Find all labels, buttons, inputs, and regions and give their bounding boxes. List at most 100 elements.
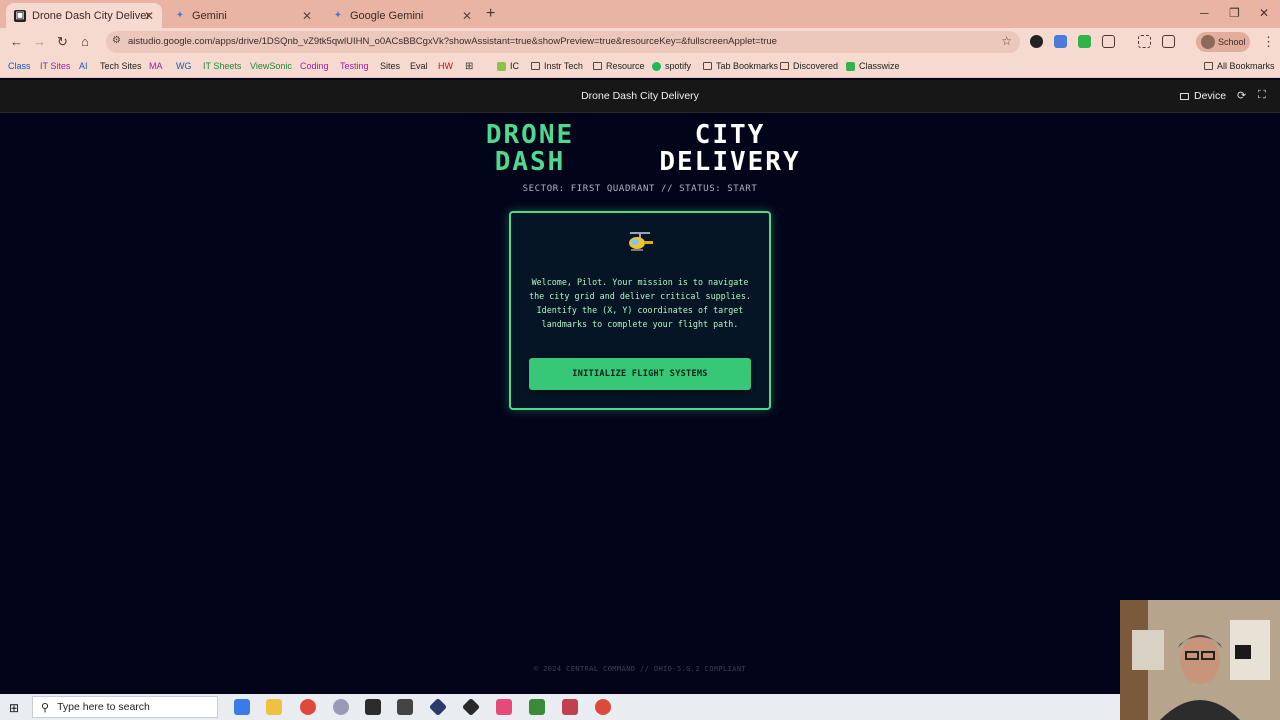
tab-google-gemini[interactable]: ✦ Google Gemini ✕ [324,3,480,28]
chrome-icon[interactable] [595,699,611,715]
address-bar[interactable]: ⚙ aistudio.google.com/apps/drive/1DSQnb_… [106,31,1020,53]
title-line: DRONE [485,120,575,150]
restore-icon[interactable]: ❐ [1229,6,1240,20]
bookmark-tech-sites[interactable]: Tech Sites [100,61,142,71]
bookmark-label: Class [8,61,31,71]
bookmark-label: Instr Tech [544,61,583,71]
bookmark-resource[interactable]: Resource [593,61,645,71]
bookmark-sites[interactable]: Sites [380,61,400,71]
bookmark-wg[interactable]: WG [176,61,192,71]
app-icon[interactable] [365,699,381,715]
address-bar-url[interactable]: aistudio.google.com/apps/drive/1DSQnb_vZ… [128,36,988,47]
bookmark-eval[interactable]: Eval [410,61,428,71]
app-icon[interactable] [496,699,512,715]
app-icon[interactable] [461,697,481,717]
bookmark-label: IT Sheets [203,61,242,71]
search-icon: ⚲ [41,701,50,714]
bookmark-all-bookmarks[interactable]: All Bookmarks [1204,61,1275,71]
app-icon[interactable] [397,699,413,715]
bookmark-testing[interactable]: Testing [340,61,369,71]
profile-label: School [1218,37,1246,47]
bookmark-ai[interactable]: AI [79,61,88,71]
refresh-icon[interactable]: ⟳ [1237,89,1246,102]
folder-icon [780,62,789,70]
app-icon[interactable] [333,699,349,715]
bookmark-label: spotify [665,61,692,71]
bookmark-label: Testing [340,61,369,71]
folder-icon [593,62,602,70]
copilot-icon[interactable] [234,699,250,715]
apps-grid-icon[interactable]: ⊞ [465,61,473,72]
bookmark-coding[interactable]: Coding [300,61,329,71]
chrome-icon[interactable] [300,699,316,715]
folder-icon [1204,62,1213,70]
browser-toolbar: ← → ↻ ⌂ ⚙ aistudio.google.com/apps/drive… [0,28,1280,56]
bookmark-label: IT Sites [40,61,71,71]
bookmark-hw[interactable]: HW [438,61,453,71]
bookmark-label: All Bookmarks [1217,61,1275,71]
bookmark-it-sheets[interactable]: IT Sheets [203,61,241,71]
close-tab-icon[interactable]: ✕ [302,9,312,23]
tab-groups-icon[interactable] [1138,35,1151,48]
side-panel-icon[interactable] [1162,35,1175,48]
extension-icon[interactable] [1030,35,1043,48]
app-icon[interactable] [428,697,448,717]
spotify-icon [652,61,661,71]
mission-briefing-panel: Welcome, Pilot. Your mission is to navig… [509,211,771,410]
bookmark-label: Sites [380,61,401,71]
ic-favicon-icon [497,61,506,71]
app-title: Drone Dash City Delivery [581,90,699,102]
file-explorer-icon[interactable] [266,699,282,715]
bookmark-tab-bookmarks[interactable]: Tab Bookmarks [703,61,778,71]
bookmark-discovered[interactable]: Discovered [780,61,838,71]
classwize-icon [846,61,855,71]
initialize-flight-systems-button[interactable]: INITIALIZE FLIGHT SYSTEMS [529,358,751,390]
tab-drone-dash[interactable]: ▣ Drone Dash City Delivery | Goo ✕ [6,3,162,28]
bookmark-label: Discovered [793,61,839,71]
bookmarks-bar: Class IT Sites AI Tech Sites MA WG IT Sh… [0,56,1280,78]
browser-menu-icon[interactable]: ⋮ [1262,34,1275,50]
bookmark-class[interactable]: Class [8,61,31,71]
forward-arrow-icon[interactable]: → [33,34,46,49]
new-tab-plus-icon[interactable]: + [486,5,495,23]
home-icon[interactable]: ⌂ [81,34,89,49]
close-tab-icon[interactable]: ✕ [144,9,154,23]
windows-start-icon[interactable]: ⊞ [9,701,19,715]
title-line: DELIVERY [659,147,801,177]
tab-label: Drone Dash City Delivery | Goo [32,9,150,22]
bookmark-label: Eval [410,61,428,71]
extensions-puzzle-icon[interactable] [1102,35,1115,48]
bookmark-ma[interactable]: MA [149,61,163,71]
bookmark-label: AI [79,61,88,71]
bookmark-ic[interactable]: IC [497,61,519,71]
device-button[interactable]: Device [1180,90,1226,102]
aistudio-favicon-icon: ▣ [14,9,26,22]
monitor-icon [1180,92,1189,100]
reload-icon[interactable]: ↻ [57,34,68,50]
bookmark-spotify[interactable]: spotify [652,61,691,71]
bookmark-classwize[interactable]: Classwize [846,61,900,71]
minimize-icon[interactable]: ─ [1200,6,1209,20]
bookmark-viewsonic[interactable]: ViewSonic [250,61,292,71]
profile-button[interactable]: School [1196,32,1250,52]
app-icon[interactable] [529,699,545,715]
tab-gemini[interactable]: ✦ Gemini ✕ [166,3,320,28]
bookmark-it-sites[interactable]: IT Sites [40,61,70,71]
bookmark-instr-tech[interactable]: Instr Tech [531,61,583,71]
bookmark-star-icon[interactable]: ☆ [1001,34,1012,48]
helicopter-icon [511,231,769,259]
bookmark-label: WG [176,61,192,71]
site-info-icon[interactable]: ⚙ [112,35,121,46]
back-arrow-icon[interactable]: ← [10,34,23,49]
close-window-icon[interactable]: ✕ [1259,6,1269,20]
tab-label: Google Gemini [350,9,424,22]
taskbar-search[interactable]: ⚲ Type here to search [32,696,218,718]
browser-tab-strip: ▣ Drone Dash City Delivery | Goo ✕ ✦ Gem… [0,0,1280,28]
extension-icon[interactable] [1078,35,1091,48]
bookmark-label: ViewSonic [250,61,292,71]
extension-icon[interactable] [1054,35,1067,48]
fullscreen-icon[interactable]: ⛶ [1258,89,1266,102]
bookmark-label: Tab Bookmarks [716,61,779,71]
close-tab-icon[interactable]: ✕ [462,9,472,23]
app-icon[interactable] [562,699,578,715]
